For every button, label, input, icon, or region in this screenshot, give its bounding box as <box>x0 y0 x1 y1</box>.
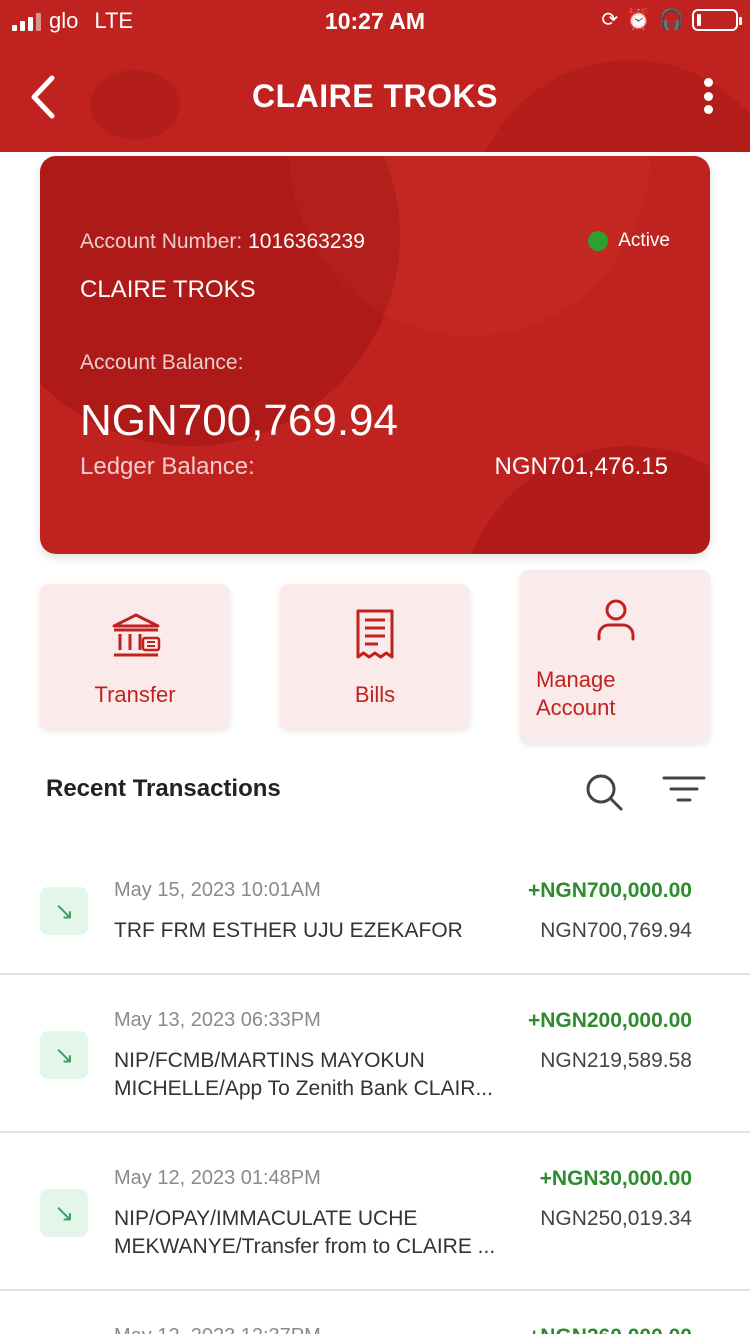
rotation-lock-icon: ⟳ <box>601 9 619 31</box>
filter-icon <box>662 776 706 802</box>
recent-transactions-title: Recent Transactions <box>46 775 281 802</box>
status-right: ⟳ ⏰ 🎧 <box>601 8 742 32</box>
bills-label: Bills <box>354 682 396 707</box>
alarm-icon: ⏰ <box>626 9 652 31</box>
account-number-label: Account Number: <box>80 230 243 253</box>
transaction-date: May 12, 2023 01:48PM <box>114 1167 321 1189</box>
transaction-description: TRF FRM ESTHER UJU EZEKAFOR <box>114 919 463 942</box>
transaction-amount: +NGN700,000.00 <box>527 879 692 902</box>
app-header: glo LTE 10:27 AM ⟳ ⏰ 🎧 CLAIRE TROKS <box>0 0 750 152</box>
transaction-row[interactable]: May 12, 2023 12:37PM +NGN260,000.00 <box>0 1291 750 1334</box>
transaction-amount: +NGN260,000.00 <box>528 1325 692 1334</box>
status-bar: glo LTE 10:27 AM ⟳ ⏰ 🎧 <box>0 0 750 42</box>
manage-label-line1: Manage <box>536 667 616 692</box>
more-vertical-icon <box>703 78 713 87</box>
balance-label: Account Balance: <box>80 351 244 374</box>
headphones-icon: 🎧 <box>659 9 684 31</box>
manage-account-button[interactable]: Manage Account <box>520 570 710 742</box>
transaction-description: NIP/OPAY/IMMACULATE UCHE MEKWANYE/Transf… <box>114 1207 496 1258</box>
transaction-date: May 15, 2023 10:01AM <box>114 879 321 901</box>
transaction-row[interactable]: ↘ May 15, 2023 10:01AM TRF FRM ESTHER UJ… <box>0 835 750 975</box>
user-icon <box>597 599 635 641</box>
transaction-amount: +NGN200,000.00 <box>527 1009 692 1032</box>
account-number-row: Account Number: 1016363239 <box>80 230 365 254</box>
transaction-amount: +NGN30,000.00 <box>539 1167 692 1190</box>
status-label: Active <box>618 230 670 251</box>
transfer-button[interactable]: Transfer <box>40 584 230 728</box>
transaction-balance: NGN700,769.94 <box>540 919 692 942</box>
transaction-balance: NGN219,589.58 <box>540 1049 692 1072</box>
more-menu-button[interactable] <box>700 78 716 114</box>
account-name: CLAIRE TROKS <box>80 276 256 303</box>
page-title: CLAIRE TROKS <box>252 78 498 114</box>
battery-icon <box>692 9 742 31</box>
status-dot-icon <box>588 231 609 251</box>
credit-arrow-icon: ↘ <box>40 1189 88 1237</box>
ledger-label: Ledger Balance: <box>80 453 255 480</box>
transaction-date: May 12, 2023 12:37PM <box>114 1325 321 1334</box>
credit-arrow-icon: ↘ <box>40 1031 88 1079</box>
transaction-balance: NGN250,019.34 <box>540 1207 692 1230</box>
transaction-date: May 13, 2023 06:33PM <box>114 1009 321 1031</box>
account-number-value: 1016363239 <box>248 230 365 253</box>
manage-account-label: Manage Account <box>536 666 696 722</box>
status-badge: Active <box>588 230 670 252</box>
receipt-icon <box>356 609 394 659</box>
transfer-label: Transfer <box>94 682 176 707</box>
balance-value: NGN700,769.94 <box>80 396 398 445</box>
manage-label-line2: Account <box>536 695 616 720</box>
transaction-list: ↘ May 15, 2023 10:01AM TRF FRM ESTHER UJ… <box>0 835 750 1334</box>
credit-arrow-icon: ↘ <box>40 887 88 935</box>
filter-button[interactable] <box>662 774 706 806</box>
bills-button[interactable]: Bills <box>280 584 470 728</box>
search-icon <box>586 774 623 811</box>
ledger-value: NGN701,476.15 <box>494 453 668 480</box>
search-button[interactable] <box>584 772 624 812</box>
transaction-row[interactable]: ↘ May 13, 2023 06:33PM NIP/FCMB/MARTINS … <box>0 975 750 1133</box>
account-card: Account Number: 1016363239 Active CLAIRE… <box>40 156 710 554</box>
transaction-description: NIP/FCMB/MARTINS MAYOKUN MICHELLE/App To… <box>114 1049 493 1100</box>
transaction-row[interactable]: ↘ May 12, 2023 01:48PM NIP/OPAY/IMMACULA… <box>0 1133 750 1291</box>
bank-transfer-icon <box>112 613 161 657</box>
